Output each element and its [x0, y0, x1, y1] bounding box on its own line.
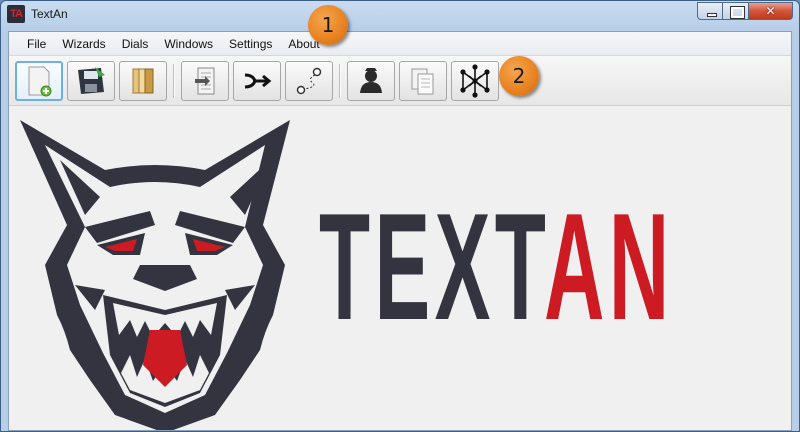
menu-settings[interactable]: Settings [221, 32, 280, 56]
save-button[interactable] [67, 61, 115, 101]
menu-wizards[interactable]: Wizards [54, 32, 113, 56]
person-icon [360, 68, 382, 93]
save-floppy-icon [78, 67, 105, 94]
merge-button[interactable] [233, 61, 281, 101]
logo-text-dark: TEXT [319, 182, 545, 352]
close-button[interactable] [749, 2, 793, 20]
client-area: File Wizards Dials Windows Settings Abou… [8, 31, 792, 431]
app-window: TA TextAn File Wizards Dials Windows Set… [0, 0, 800, 432]
new-document-button[interactable] [15, 61, 63, 101]
minimize-button[interactable] [697, 2, 723, 20]
menu-bar: File Wizards Dials Windows Settings Abou… [9, 32, 791, 56]
import-document-icon [195, 67, 215, 95]
copy-documents-icon [411, 68, 434, 95]
toolbar [9, 56, 791, 106]
app-logo-icon: TA [7, 5, 25, 23]
open-button[interactable] [119, 61, 167, 101]
menu-file[interactable]: File [19, 32, 54, 56]
title-bar[interactable]: TA TextAn [1, 1, 799, 31]
logo-wordmark: TEXTAN [319, 191, 674, 343]
window-controls [697, 2, 793, 20]
open-folder-icon [132, 68, 154, 94]
annotation-badge-1: 1 [308, 5, 348, 45]
logo-canvas: TEXTAN [9, 107, 791, 430]
copy-button[interactable] [399, 61, 447, 101]
import-button[interactable] [181, 61, 229, 101]
network-graph-button[interactable] [451, 61, 499, 101]
menu-windows[interactable]: Windows [156, 32, 221, 56]
path-trace-icon [296, 67, 322, 95]
merge-arrow-icon [244, 73, 272, 89]
trace-path-button[interactable] [285, 61, 333, 101]
maximize-button[interactable] [723, 2, 749, 20]
wolf-logo-icon [20, 120, 290, 430]
menu-dials[interactable]: Dials [114, 32, 157, 56]
new-document-icon [28, 66, 52, 97]
annotation-badge-2: 2 [499, 56, 539, 96]
network-graph-icon [460, 64, 490, 98]
person-button[interactable] [347, 61, 395, 101]
window-title: TextAn [31, 7, 68, 21]
logo-text-red: AN [544, 182, 674, 352]
